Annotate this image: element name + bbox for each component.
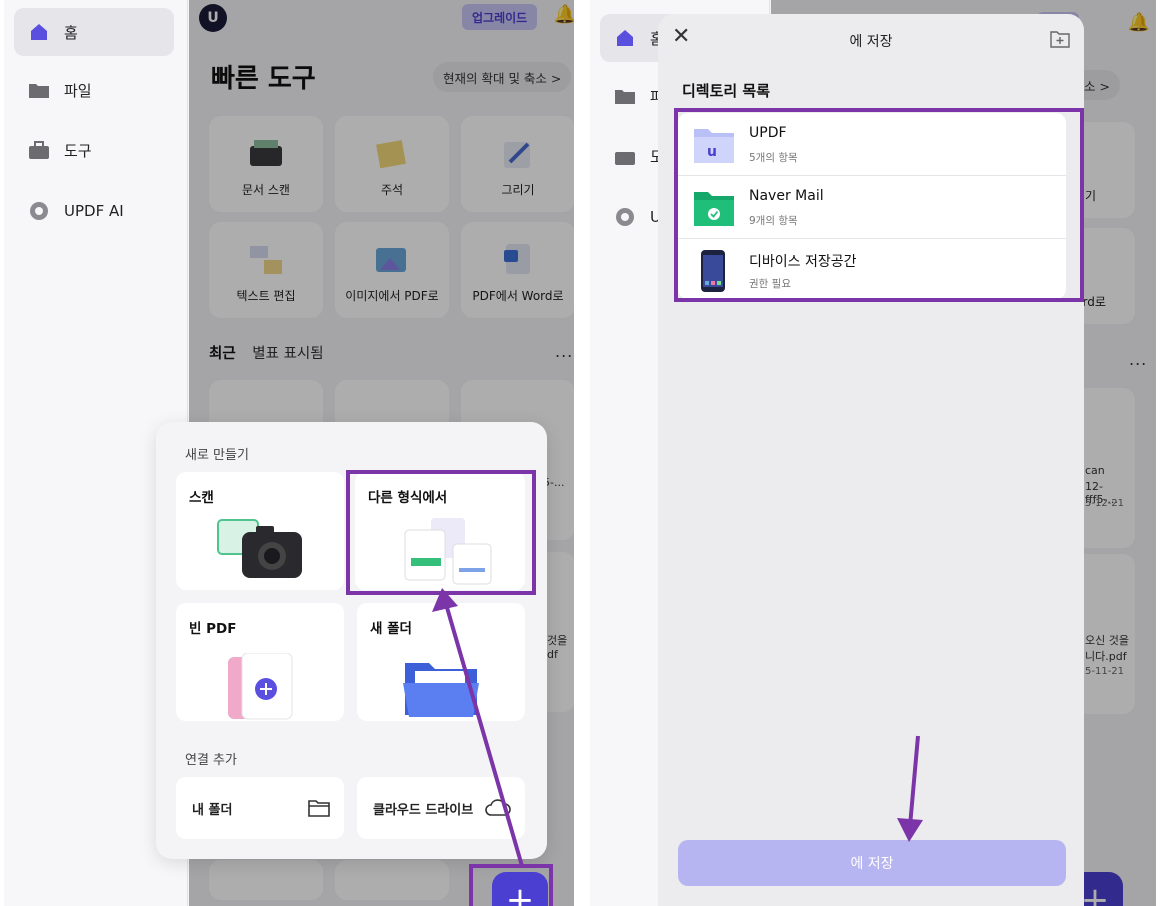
folder-icon [28,79,50,101]
card-label: 새 폴더 [370,621,412,637]
section-connect: 연결 추가 [185,753,237,768]
sidebar-item-label: 홈 [64,23,78,42]
section-new: 새로 만들기 [185,448,249,463]
sheet-title: 에 저장 [849,34,893,50]
save-button[interactable]: 에 저장 [678,840,1066,886]
folder-icon [614,85,636,107]
highlight-box [346,470,536,595]
cloud-drive-label: 클라우드 드라이브 [373,802,474,818]
blank-pdf-icon [228,653,293,720]
my-folder-button[interactable]: 내 폴더 [176,777,344,839]
directory-list-title: 디렉토리 목록 [682,82,771,100]
sidebar-item-ai[interactable]: UPDF AI [14,187,174,235]
new-folder-icon[interactable] [1050,30,1070,48]
ai-icon [614,206,636,228]
sidebar-item-label: 도구 [64,141,92,160]
highlight-box [674,108,1084,302]
cloud-drive-button[interactable]: 클라우드 드라이브 [357,777,525,839]
right-screenshot: 홈 파 도 UP 이드 🔔 및 축소 > 리기 Word로 ... can 12… [590,0,1156,906]
card-label: 빈 PDF [189,621,237,637]
camera-icon [217,519,302,578]
sheet-header: ✕ 에 저장 [658,14,1084,66]
sidebar-item-tools[interactable]: 도구 [14,126,174,174]
sidebar-item-label: UPDF AI [64,202,124,220]
home-icon [614,27,636,49]
left-screenshot: 홈 파일 도구 UPDF AI U 업그레이드 🔔 빠른 도구 현재의 확대 및… [4,0,574,906]
sidebar-item-files[interactable]: 파일 [14,66,174,114]
new-folder-icon [403,663,479,717]
ai-icon [28,200,50,222]
my-folder-label: 내 폴더 [192,802,233,818]
blank-pdf-card[interactable]: 빈 PDF [176,603,344,721]
new-folder-card[interactable]: 새 폴더 [357,603,525,721]
sidebar-item-home[interactable]: 홈 [14,8,174,56]
scan-card[interactable]: 스캔 [176,472,344,590]
toolbox-icon [614,145,636,167]
folder-outline-icon [308,800,330,817]
card-label: 스캔 [189,490,214,506]
toolbox-icon [28,139,50,161]
sidebar-item-label: 파일 [64,81,92,100]
home-icon [28,21,50,43]
cloud-icon [485,799,511,816]
highlight-box [469,864,553,906]
